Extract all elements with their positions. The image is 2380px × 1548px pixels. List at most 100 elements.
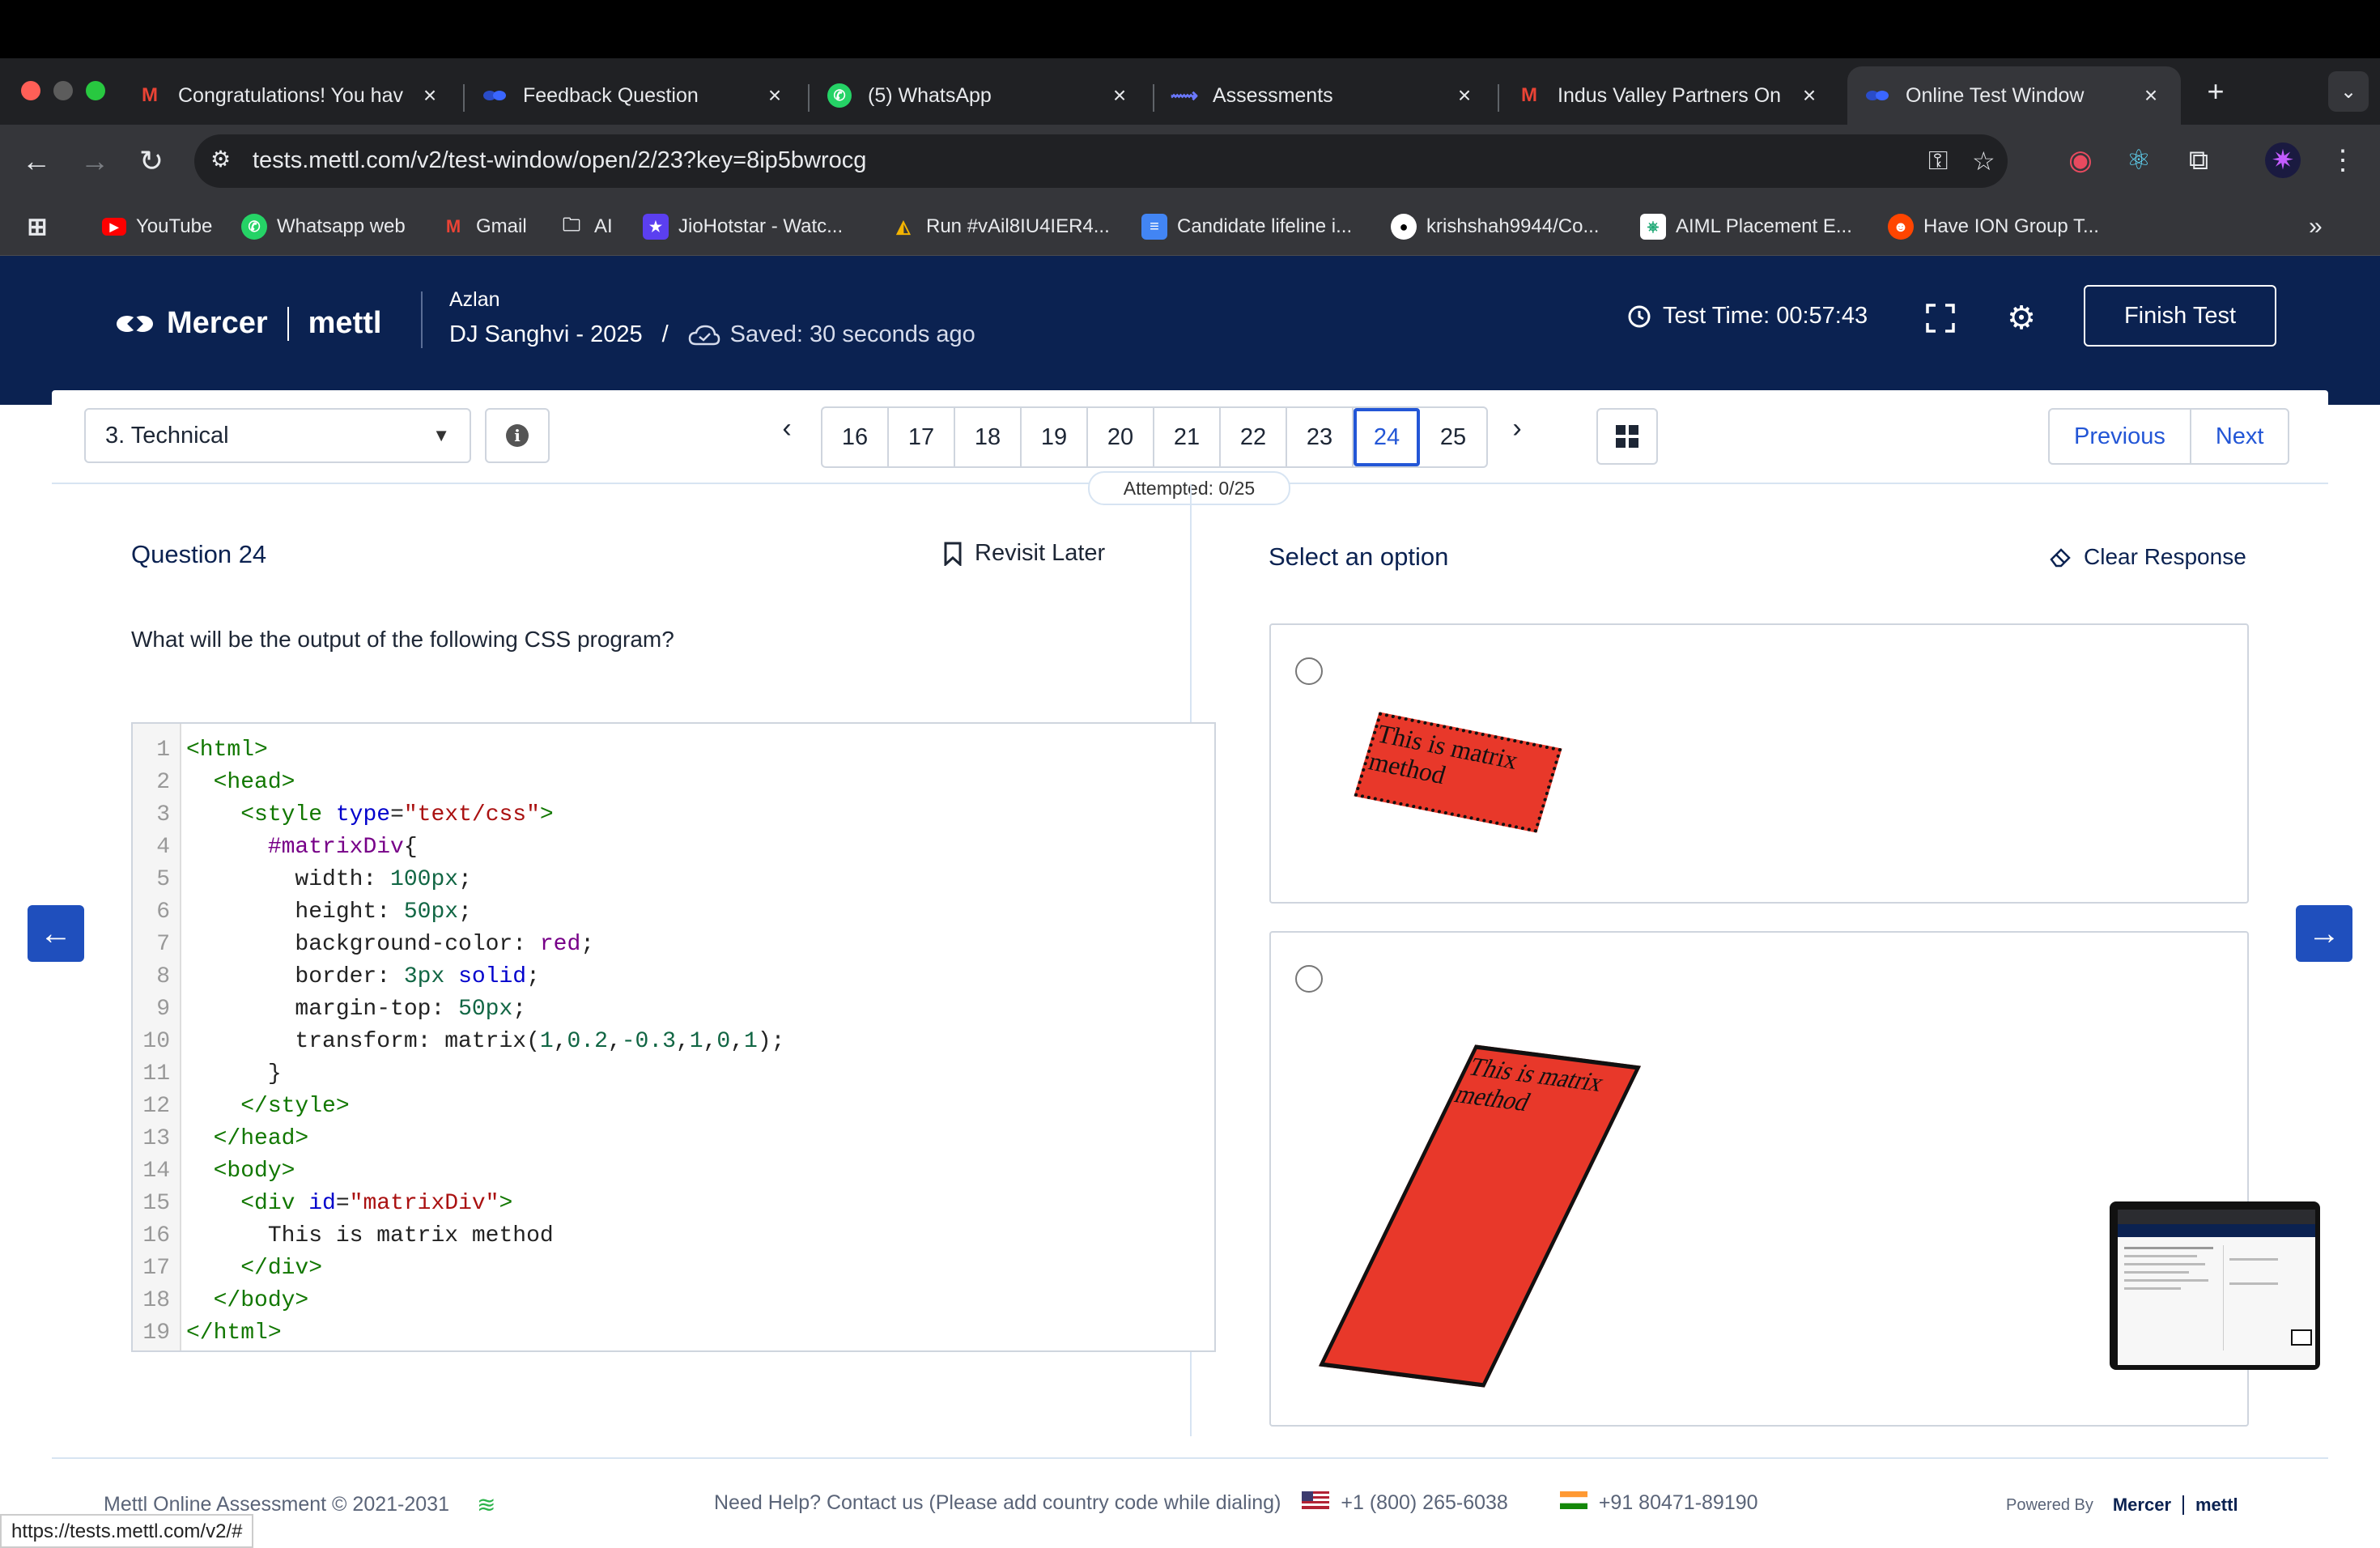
screen-preview-image (2118, 1210, 2315, 1365)
more-bookmarks-icon[interactable]: » (2309, 209, 2323, 245)
bookmark-folder-ai[interactable]: 🗀 AI (559, 209, 613, 245)
profile-avatar[interactable]: ✷ (2265, 142, 2301, 178)
bookmark-label: JioHotstar - Watc... (678, 215, 844, 237)
code-token: #matrixDiv (267, 834, 404, 860)
finish-test-button[interactable]: Finish Test (2084, 285, 2276, 347)
bookmark-youtube[interactable]: ▶ YouTube (102, 209, 212, 245)
revisit-later-button[interactable]: Revisit Later (944, 540, 1105, 567)
clear-response-button[interactable]: Clear Response (2048, 544, 2246, 570)
code-line: 6 height: 50px; (133, 895, 472, 928)
site-info-icon[interactable]: ⚙ (210, 146, 231, 172)
extensions-icon[interactable]: ⧉ (2181, 142, 2216, 178)
password-key-icon[interactable]: ⚿ (1928, 146, 1948, 176)
close-tab-icon[interactable]: × (2139, 83, 2163, 108)
page-button-21[interactable]: 21 (1154, 408, 1221, 466)
option-1[interactable]: This is matrix method (1269, 623, 2249, 904)
bookmark-github[interactable]: ● krishshah9944/Co... (1391, 209, 1599, 245)
browser-tab[interactable]: Feedback Question × (465, 66, 805, 125)
bookmark-aiml-placement[interactable]: ⎈ AIML Placement E... (1640, 209, 1852, 245)
tab-search-icon[interactable]: ⌄ (2328, 71, 2369, 112)
question-grid-button[interactable] (1596, 408, 1658, 465)
option-1-radio[interactable] (1295, 657, 1323, 685)
browser-menu-icon[interactable]: ⋮ (2325, 142, 2361, 178)
page-button-22[interactable]: 22 (1221, 408, 1287, 466)
page-button-20[interactable]: 20 (1088, 408, 1154, 466)
app-header: Mercer mettl Azlan DJ Sanghvi - 2025 / S… (0, 256, 2380, 405)
page-button-16[interactable]: 16 (822, 408, 889, 466)
next-question-arrow[interactable]: → (2296, 905, 2352, 962)
line-number: 19 (142, 1320, 170, 1346)
page-button-25[interactable]: 25 (1420, 408, 1486, 466)
react-devtools-icon[interactable]: ⚛ (2121, 142, 2157, 178)
bookmark-star-icon[interactable]: ☆ (1972, 146, 1995, 176)
option-2[interactable]: This is matrix method (1269, 931, 2249, 1427)
next-button[interactable]: Next (2191, 410, 2289, 463)
apps-grid-icon[interactable]: ⊞ (24, 209, 60, 245)
page-button-19[interactable]: 19 (1022, 408, 1088, 466)
browser-tab-active[interactable]: Online Test Window × (1847, 66, 2181, 125)
screen-share-preview[interactable] (2110, 1201, 2320, 1370)
browser-tab[interactable]: ✆ (5) WhatsApp × (810, 66, 1150, 125)
page-button-18[interactable]: 18 (955, 408, 1022, 466)
bookmark-gmail[interactable]: M Gmail (440, 209, 527, 245)
settings-gear-icon[interactable]: ⚙ (2001, 298, 2042, 338)
close-window-button[interactable] (21, 81, 40, 100)
bookmark-label: Gmail (476, 215, 527, 237)
page-button-24[interactable]: 24 (1354, 408, 1420, 466)
fullscreen-icon[interactable] (1920, 298, 1961, 338)
recorder-extension-icon[interactable]: ◉ (2063, 142, 2098, 178)
new-tab-icon[interactable]: + (2195, 71, 2236, 112)
bookmark-run[interactable]: ◭ Run #vAil8IU4IER4... (890, 209, 1110, 245)
folder-icon: 🗀 (562, 215, 580, 235)
maximize-window-button[interactable] (86, 81, 105, 100)
close-tab-icon[interactable]: × (418, 83, 442, 108)
pager-next-arrow[interactable]: › (1501, 413, 1533, 444)
bookmark-candidate-lifeline[interactable]: ≡ Candidate lifeline i... (1141, 209, 1352, 245)
url-text: tests.mettl.com/v2/test-window/open/2/23… (253, 147, 867, 173)
line-number: 2 (156, 769, 170, 795)
pager-prev-arrow[interactable]: ‹ (771, 413, 803, 444)
info-button[interactable]: i (485, 408, 550, 463)
phone-us: +1 (800) 265-6038 (1341, 1491, 1508, 1514)
back-icon[interactable]: ← (16, 141, 57, 181)
previous-question-arrow[interactable]: ← (28, 905, 84, 962)
forward-icon[interactable]: → (74, 141, 115, 181)
browser-tab[interactable]: M Congratulations! You hav × (120, 66, 460, 125)
page-button-17[interactable]: 17 (889, 408, 955, 466)
address-bar[interactable]: ⚙ tests.mettl.com/v2/test-window/open/2/… (194, 134, 2008, 188)
clear-response-label: Clear Response (2084, 544, 2246, 569)
breadcrumb-slash: / (661, 321, 669, 347)
reload-icon[interactable]: ↻ (131, 141, 172, 181)
previous-button[interactable]: Previous (2050, 410, 2190, 463)
browser-tab[interactable]: M Indus Valley Partners On × (1499, 66, 1839, 125)
line-number: 15 (142, 1190, 170, 1216)
bookmarks-bar: ⊞ ▶ YouTube ✆ Whatsapp web M Gmail 🗀 AI ★ Jio… (0, 198, 2380, 256)
close-tab-icon[interactable]: × (1452, 83, 1477, 108)
line-number: 16 (142, 1223, 170, 1248)
code-line: 16 This is matrix method (133, 1219, 553, 1252)
bookmark-jiohotstar[interactable]: ★ JioHotstar - Watc... (643, 209, 843, 245)
option-2-radio[interactable] (1295, 965, 1323, 993)
bookmark-whatsapp[interactable]: ✆ Whatsapp web (241, 209, 406, 245)
page-button-23[interactable]: 23 (1287, 408, 1354, 466)
code-token: "matrixDiv" (349, 1190, 499, 1216)
code-text: </div> (175, 1256, 322, 1281)
section-dropdown[interactable]: 3. Technical ▼ (84, 408, 471, 463)
close-tab-icon[interactable]: × (1797, 83, 1821, 108)
close-tab-icon[interactable]: × (1107, 83, 1132, 108)
bookmark-ion-group[interactable]: ☻ Have ION Group T... (1888, 209, 2099, 245)
header-divider (421, 291, 423, 348)
line-number: 18 (142, 1287, 170, 1313)
code-token: <style (240, 802, 336, 827)
reddit-icon: ☻ (1888, 214, 1914, 240)
us-flag-icon (1302, 1491, 1330, 1515)
browser-tab[interactable]: ⟿ Assessments × (1154, 66, 1494, 125)
close-tab-icon[interactable]: × (763, 83, 787, 108)
line-number: 8 (156, 963, 170, 989)
minimize-window-button[interactable] (53, 81, 73, 100)
save-status: Saved: 30 seconds ago (688, 321, 975, 348)
